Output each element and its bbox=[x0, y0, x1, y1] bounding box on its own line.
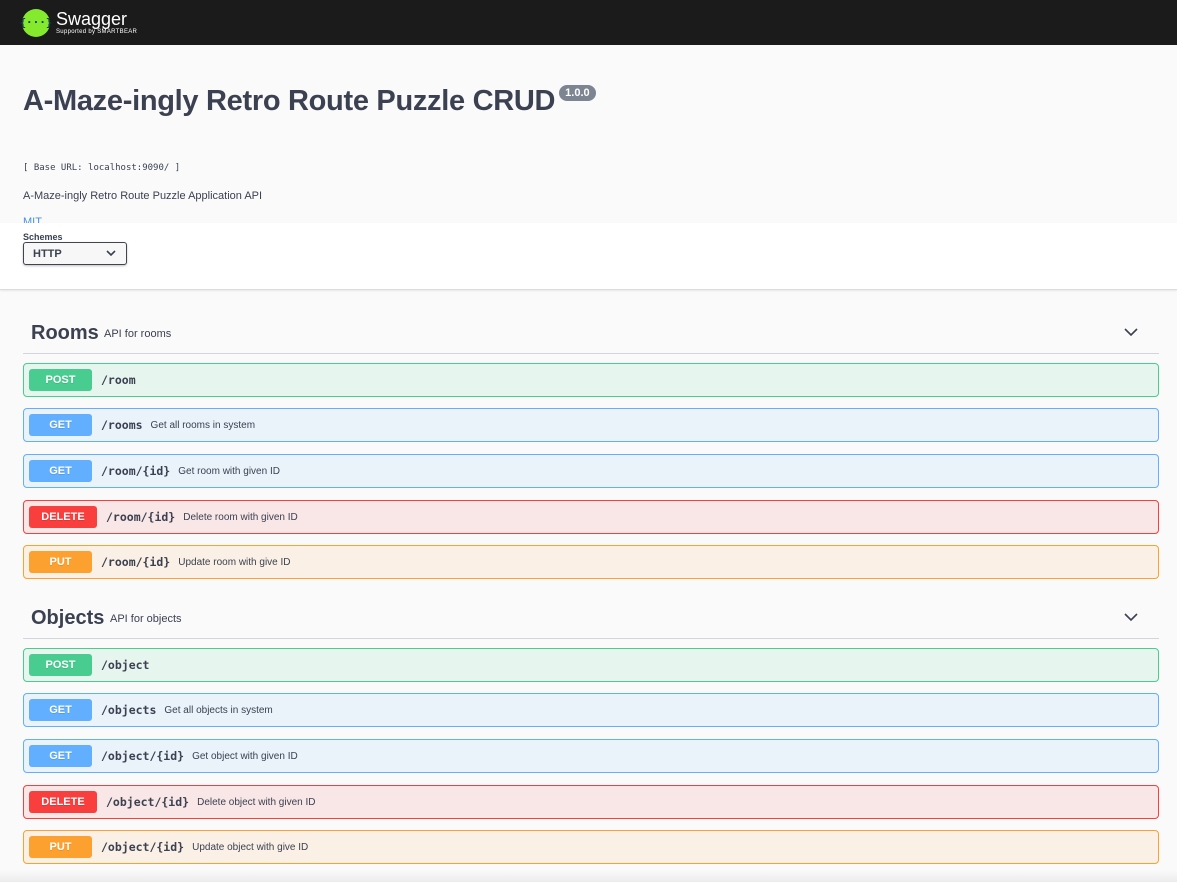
operation-path: /room/{id} bbox=[101, 555, 171, 569]
base-url: [ Base URL: localhost:9090/ ] bbox=[23, 163, 181, 173]
operation-delete-object-id[interactable]: DELETE /object/{id} Delete object with g… bbox=[23, 785, 1159, 819]
operation-path: /object/{id} bbox=[101, 840, 185, 854]
operation-delete-room-id[interactable]: DELETE /room/{id} Delete room with given… bbox=[23, 500, 1159, 534]
version-badge: 1.0.0 bbox=[559, 85, 596, 101]
operation-summary: Get room with given ID bbox=[178, 465, 280, 477]
schemes-section: Schemes HTTP bbox=[0, 223, 1177, 290]
method-badge: POST bbox=[29, 369, 92, 391]
tag-section-objects: Objects API for objects POST /object GET… bbox=[23, 595, 1159, 864]
topbar: {···} Swagger Supported by SMARTBEAR bbox=[0, 0, 1177, 45]
title-row: A-Maze-ingly Retro Route Puzzle CRUD 1.0… bbox=[23, 85, 596, 118]
operation-get-object-id[interactable]: GET /object/{id} Get object with given I… bbox=[23, 739, 1159, 773]
api-description: A-Maze-ingly Retro Route Puzzle Applicat… bbox=[23, 190, 263, 202]
swagger-logo-icon: {···} bbox=[19, 8, 53, 37]
operation-summary: Delete room with given ID bbox=[183, 511, 298, 523]
operation-path: /room bbox=[101, 373, 136, 387]
bottom-fade bbox=[0, 870, 1177, 882]
operation-get-rooms[interactable]: GET /rooms Get all rooms in system bbox=[23, 408, 1159, 442]
operation-path: /object bbox=[101, 658, 150, 672]
operation-post-room[interactable]: POST /room bbox=[23, 363, 1159, 397]
method-badge: GET bbox=[29, 745, 92, 767]
operation-path: /object/{id} bbox=[106, 795, 190, 809]
operation-summary: Get object with given ID bbox=[192, 750, 298, 762]
chevron-down-icon bbox=[106, 250, 116, 257]
method-badge: PUT bbox=[29, 551, 92, 573]
operation-summary: Update object with give ID bbox=[192, 841, 309, 853]
chevron-down-icon[interactable] bbox=[1123, 609, 1139, 625]
tag-description: API for rooms bbox=[104, 328, 172, 340]
operation-path: /rooms bbox=[101, 418, 143, 432]
method-badge: POST bbox=[29, 654, 92, 676]
operation-get-objects[interactable]: GET /objects Get all objects in system bbox=[23, 693, 1159, 727]
method-badge: DELETE bbox=[29, 506, 97, 528]
method-badge: DELETE bbox=[29, 791, 97, 813]
tag-section-rooms: Rooms API for rooms POST /room GET /room… bbox=[23, 310, 1159, 579]
operation-post-object[interactable]: POST /object bbox=[23, 648, 1159, 682]
page-title: A-Maze-ingly Retro Route Puzzle CRUD bbox=[23, 85, 556, 117]
operation-path: /room/{id} bbox=[106, 510, 176, 524]
api-info: A-Maze-ingly Retro Route Puzzle CRUD 1.0… bbox=[0, 45, 1177, 228]
method-badge: PUT bbox=[29, 836, 92, 858]
operation-summary: Get all objects in system bbox=[164, 704, 273, 716]
tag-header-objects[interactable]: Objects API for objects bbox=[23, 595, 1159, 639]
schemes-label: Schemes bbox=[23, 232, 63, 242]
swagger-logo[interactable]: {···} Swagger Supported by SMARTBEAR bbox=[19, 8, 137, 37]
operation-get-room-id[interactable]: GET /room/{id} Get room with given ID bbox=[23, 454, 1159, 488]
operation-put-object-id[interactable]: PUT /object/{id} Update object with give… bbox=[23, 830, 1159, 864]
operation-summary: Delete object with given ID bbox=[197, 796, 316, 808]
operation-path: /objects bbox=[101, 703, 157, 717]
operation-path: /object/{id} bbox=[101, 749, 185, 763]
logo-name: Swagger bbox=[56, 9, 128, 29]
logo-subtitle: Supported by SMARTBEAR bbox=[56, 29, 138, 35]
operation-summary: Update room with give ID bbox=[178, 556, 291, 568]
method-badge: GET bbox=[29, 460, 92, 482]
operation-path: /room/{id} bbox=[101, 464, 171, 478]
logo-text: Swagger Supported by SMARTBEAR bbox=[56, 10, 137, 35]
method-badge: GET bbox=[29, 699, 92, 721]
schemes-selected-value: HTTP bbox=[33, 247, 62, 260]
method-badge: GET bbox=[29, 414, 92, 436]
operation-put-room-id[interactable]: PUT /room/{id} Update room with give ID bbox=[23, 545, 1159, 579]
tag-name: Rooms bbox=[31, 322, 99, 344]
schemes-select[interactable]: HTTP bbox=[23, 242, 127, 265]
chevron-down-icon[interactable] bbox=[1123, 324, 1139, 340]
tag-header-rooms[interactable]: Rooms API for rooms bbox=[23, 310, 1159, 354]
tag-description: API for objects bbox=[110, 613, 182, 625]
operation-summary: Get all rooms in system bbox=[150, 419, 256, 431]
tag-name: Objects bbox=[31, 607, 105, 629]
